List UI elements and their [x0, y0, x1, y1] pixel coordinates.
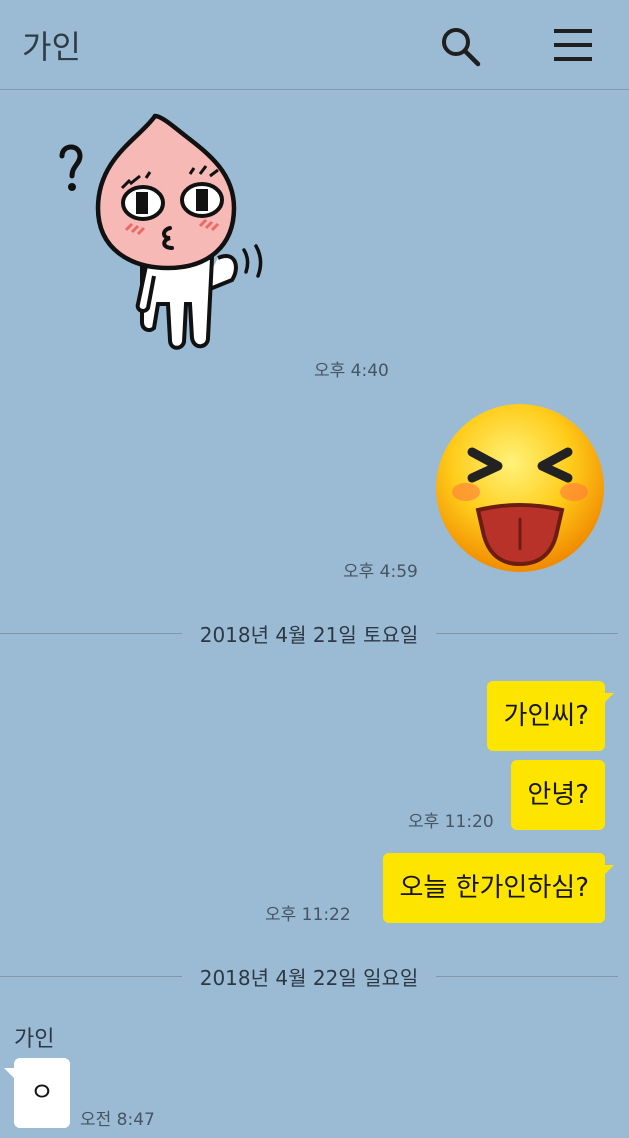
message-time: 오후 4:59 [343, 562, 418, 582]
message-time: 오후 11:22 [265, 905, 351, 925]
outgoing-message-bubble[interactable]: 오늘 한가인하심? [383, 853, 614, 923]
chat-header: 가인 [0, 0, 629, 90]
message-time: 오후 4:40 [314, 361, 389, 381]
date-divider-label: 2018년 4월 22일 일요일 [199, 965, 419, 990]
outgoing-message-bubble[interactable]: 가인씨? [487, 681, 614, 751]
sender-name: 가인 [14, 1027, 55, 1052]
chat-title: 가인 [22, 28, 81, 66]
message-time: 오전 8:47 [80, 1110, 155, 1130]
thinking-peach-sticker[interactable] [50, 108, 280, 358]
date-divider: 2018년 4월 21일 토요일 [0, 618, 619, 648]
divider-line [0, 975, 182, 977]
date-divider: 2018년 4월 22일 일요일 [0, 961, 619, 991]
divider-line [0, 632, 182, 634]
outgoing-message-bubble[interactable]: 안녕? [511, 760, 605, 830]
date-divider-label: 2018년 4월 21일 토요일 [199, 622, 419, 647]
divider-line [436, 632, 619, 634]
tongue-out-emoji-sticker[interactable] [432, 400, 608, 576]
message-time: 오후 11:20 [408, 812, 494, 832]
hamburger-menu-icon[interactable] [552, 24, 596, 68]
search-icon[interactable] [438, 24, 482, 68]
divider-line [436, 975, 619, 977]
incoming-message-bubble[interactable]: ㅇ [4, 1058, 70, 1128]
